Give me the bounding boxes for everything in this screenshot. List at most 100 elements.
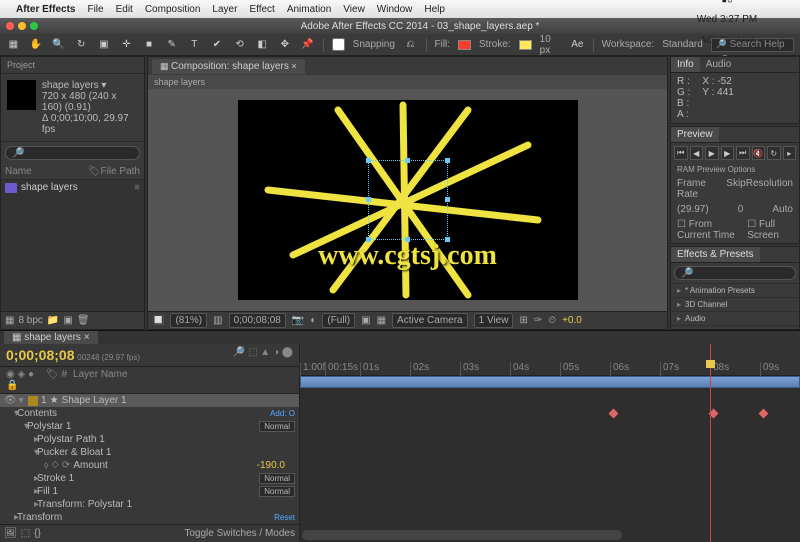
last-frame-button[interactable]: ⏭: [736, 146, 750, 160]
eraser-tool-icon[interactable]: ◧: [255, 37, 270, 53]
menu-layer[interactable]: Layer: [212, 4, 237, 15]
contents-group[interactable]: Contents: [17, 408, 57, 419]
resolution-select[interactable]: (Full): [322, 313, 355, 328]
snapping-checkbox[interactable]: [332, 38, 345, 51]
type-tool-icon[interactable]: T: [187, 37, 202, 53]
selection-tool-icon[interactable]: ▦: [6, 37, 21, 53]
preview-tab[interactable]: Preview: [671, 127, 719, 142]
mask-icon[interactable]: ✑: [534, 315, 542, 326]
add-button[interactable]: Add: O: [270, 409, 295, 418]
selection-bounds[interactable]: [368, 160, 448, 240]
composition-viewer[interactable]: www.cgtsj.com: [148, 89, 667, 311]
reset-button[interactable]: Reset: [274, 513, 295, 522]
pucker-bloat[interactable]: Pucker & Bloat 1: [37, 447, 111, 458]
camera-select[interactable]: Active Camera: [392, 313, 468, 328]
info-tab[interactable]: Info: [671, 57, 700, 72]
ram-preview-button[interactable]: ▸: [783, 146, 797, 160]
hand-tool-icon[interactable]: ✋: [29, 37, 44, 53]
roi-icon[interactable]: ▣: [361, 315, 370, 326]
composition-name[interactable]: shape layers: [148, 75, 667, 89]
col-type-icon[interactable]: 🏷: [88, 166, 101, 177]
layer-color[interactable]: [28, 396, 38, 406]
transform-polystar[interactable]: Transform: Polystar 1: [37, 499, 132, 510]
camera-tool-icon[interactable]: ▣: [97, 37, 112, 53]
anchor-tool-icon[interactable]: ✛: [119, 37, 134, 53]
from-current-checkbox[interactable]: ☐ From Current Time: [677, 219, 747, 241]
blend-mode-select[interactable]: Normal: [259, 473, 295, 484]
menu-file[interactable]: File: [87, 4, 103, 15]
play-button[interactable]: ▶: [705, 146, 719, 160]
snap-opts-icon[interactable]: ⎌: [403, 37, 418, 53]
search-help-input[interactable]: 🔎 Search Help: [711, 38, 794, 52]
layer-name[interactable]: Shape Layer 1: [62, 395, 127, 406]
keyframe-icon[interactable]: [609, 409, 619, 419]
menu-view[interactable]: View: [343, 4, 365, 15]
visibility-icon[interactable]: 👁: [4, 395, 14, 406]
menu-help[interactable]: Help: [424, 4, 445, 15]
mute-button[interactable]: 🔇: [752, 146, 766, 160]
bezier-icon[interactable]: Ae: [570, 37, 585, 53]
interpret-icon[interactable]: ▦: [5, 315, 14, 326]
fill-group[interactable]: Fill 1: [37, 486, 58, 497]
clock[interactable]: Wed 3:27 PM: [697, 14, 757, 25]
stamp-tool-icon[interactable]: ⟲: [232, 37, 247, 53]
next-frame-button[interactable]: ▶: [721, 146, 735, 160]
layer-row[interactable]: 👁 ▾ 1 ★Shape Layer 1: [0, 394, 299, 407]
skip-value[interactable]: 0: [738, 204, 744, 215]
rotate-tool-icon[interactable]: ↻: [74, 37, 89, 53]
menu-animation[interactable]: Animation: [287, 4, 331, 15]
stroke-group[interactable]: Stroke 1: [37, 473, 74, 484]
ram-preview-options[interactable]: RAM Preview Options: [671, 163, 799, 176]
menu-window[interactable]: Window: [377, 4, 413, 15]
polystar-group[interactable]: Polystar 1: [27, 421, 71, 432]
close-icon[interactable]: [6, 22, 14, 30]
tl-icon[interactable]: ⬚: [21, 528, 30, 539]
project-item[interactable]: shape layers ■: [1, 180, 144, 195]
guides-icon[interactable]: ⊞: [519, 315, 527, 326]
fill-swatch[interactable]: [458, 40, 471, 50]
views-select[interactable]: 1 View: [474, 313, 514, 328]
composition-tab[interactable]: ▦ Composition: shape layers ×: [152, 59, 305, 74]
preset-item[interactable]: * Animation Presets: [671, 283, 799, 297]
new-comp-icon[interactable]: ▣: [63, 315, 72, 326]
col-layer-name[interactable]: Layer Name: [73, 369, 127, 391]
prev-frame-button[interactable]: ◀: [690, 146, 704, 160]
preset-item[interactable]: 3D Channel: [671, 297, 799, 311]
menu-composition[interactable]: Composition: [145, 4, 201, 15]
brush-tool-icon[interactable]: ✔: [210, 37, 225, 53]
col-source[interactable]: 🏷 #: [46, 369, 67, 391]
time-scrollbar[interactable]: [302, 530, 622, 540]
exposure-value[interactable]: +0.0: [562, 315, 582, 326]
toggle-switches-button[interactable]: Toggle Switches / Modes: [184, 528, 295, 539]
roto-tool-icon[interactable]: ✥: [278, 37, 293, 53]
preset-item[interactable]: Audio: [671, 311, 799, 325]
project-search-input[interactable]: 🔎: [5, 146, 140, 160]
stroke-width[interactable]: 10 px: [540, 34, 562, 56]
timecode-display[interactable]: 0;00;08;08: [229, 313, 286, 328]
timeline-tab[interactable]: ▦ shape layers ×: [4, 331, 98, 344]
transform-group[interactable]: Transform: [17, 512, 62, 523]
menu-effect[interactable]: Effect: [249, 4, 274, 15]
shape-tool-icon[interactable]: ■: [142, 37, 157, 53]
zoom-tool-icon[interactable]: 🔍: [51, 37, 66, 53]
resolution-value[interactable]: Auto: [772, 204, 793, 215]
effects-search-input[interactable]: 🔎: [674, 266, 796, 280]
current-timecode[interactable]: 0;00;08;08: [6, 347, 75, 363]
new-folder-icon[interactable]: 📁: [47, 315, 59, 326]
zoom-select[interactable]: (81%): [170, 313, 207, 328]
blend-mode-select[interactable]: Normal: [259, 486, 295, 497]
battery-icon[interactable]: ▮▯: [721, 0, 732, 4]
menu-edit[interactable]: Edit: [116, 4, 133, 15]
transparency-icon[interactable]: ▦: [377, 315, 386, 326]
stroke-swatch[interactable]: [519, 40, 532, 50]
tl-icon[interactable]: 🖼: [4, 528, 17, 539]
pen-tool-icon[interactable]: ✎: [164, 37, 179, 53]
minimize-icon[interactable]: [18, 22, 26, 30]
menu-appname[interactable]: After Effects: [16, 4, 75, 15]
snapshot-icon[interactable]: 📷: [292, 315, 304, 326]
audio-tab[interactable]: Audio: [700, 57, 738, 72]
blend-mode-select[interactable]: Normal: [259, 421, 295, 432]
amount-value[interactable]: -190.0: [257, 460, 285, 471]
zoom-icon[interactable]: [30, 22, 38, 30]
polystar-path[interactable]: Polystar Path 1: [37, 434, 105, 445]
